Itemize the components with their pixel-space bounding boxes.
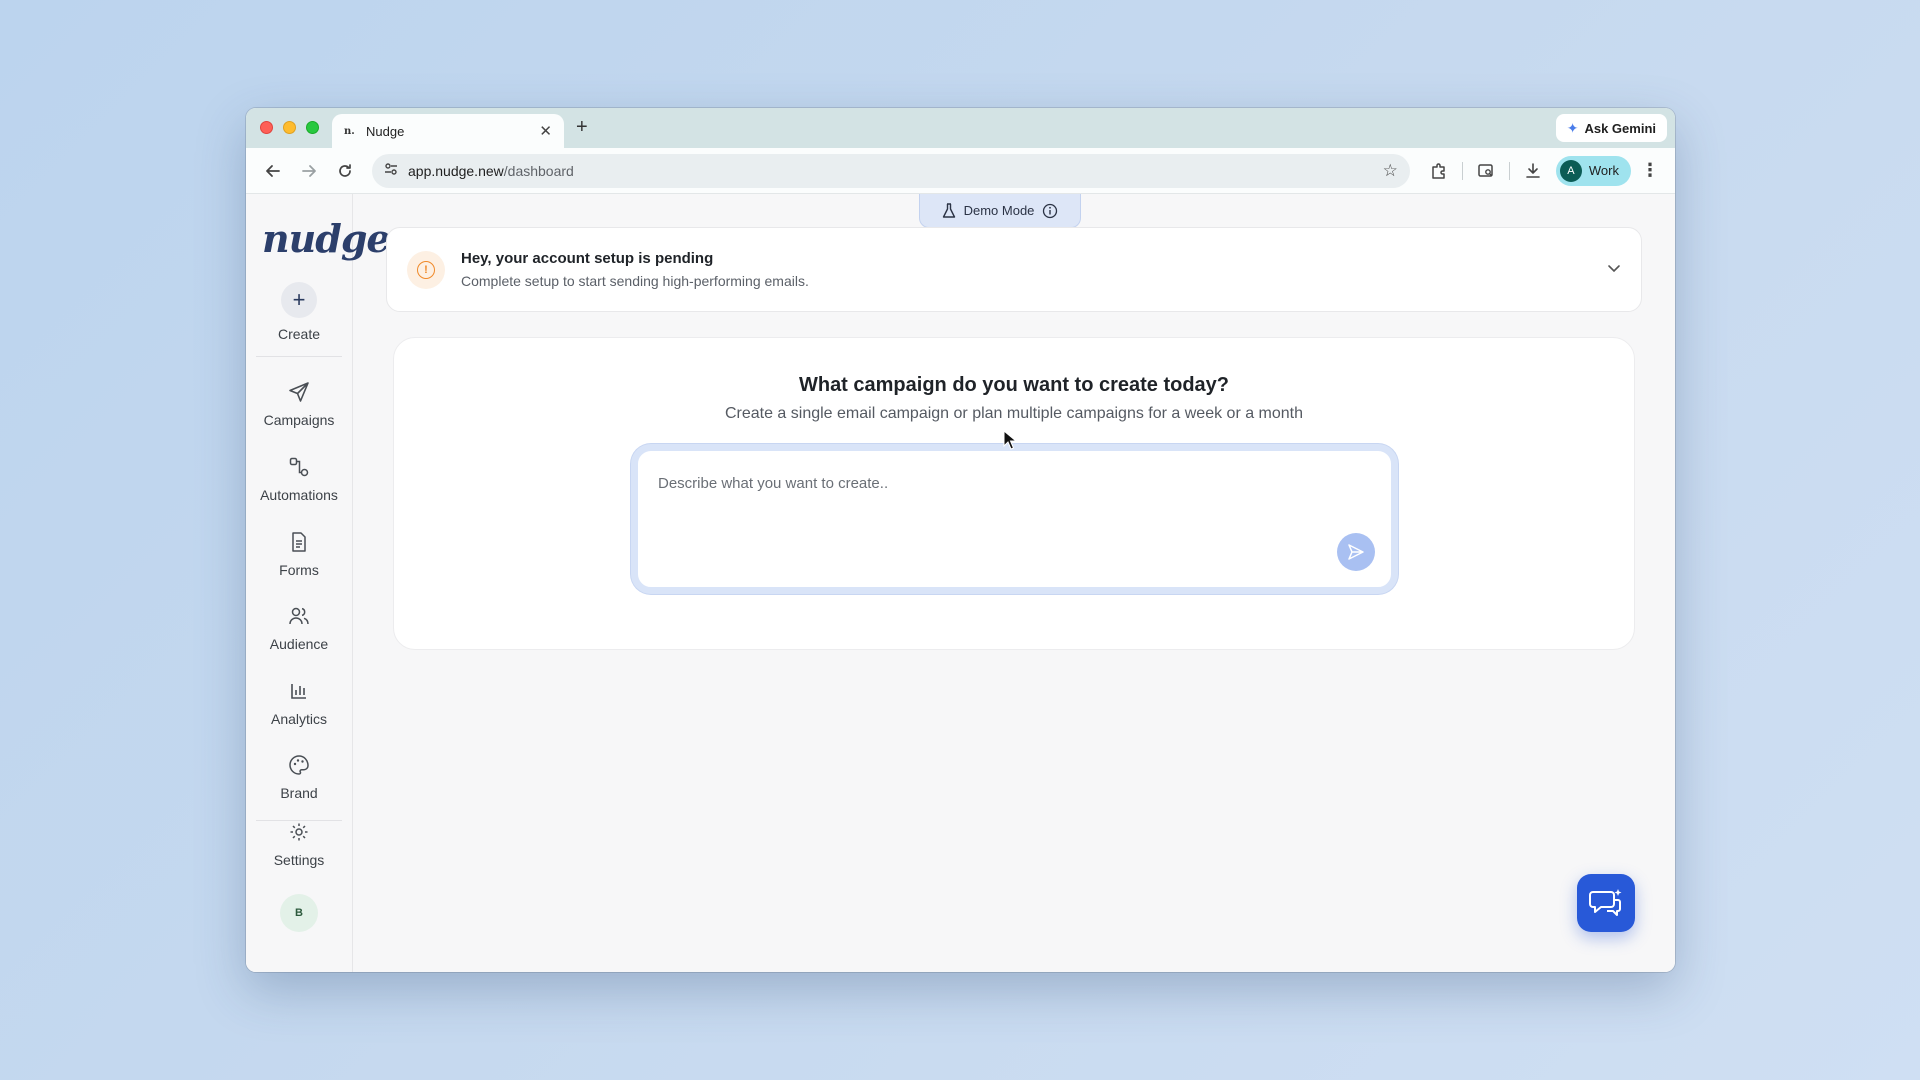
browser-menu-icon[interactable]: ⋮ bbox=[1637, 160, 1663, 181]
demo-mode-label: Demo Mode bbox=[963, 203, 1035, 218]
main-content: Demo Mode ! Hey, your account setup is p… bbox=[353, 194, 1675, 972]
downloads-button[interactable] bbox=[1516, 156, 1550, 186]
download-icon bbox=[1526, 162, 1540, 178]
sidebar-item-analytics[interactable]: Analytics bbox=[246, 679, 352, 727]
site-settings-icon[interactable] bbox=[384, 162, 398, 179]
demo-mode-badge[interactable]: Demo Mode bbox=[919, 194, 1081, 228]
sidebar-item-forms[interactable]: Forms bbox=[246, 530, 352, 578]
minimize-window-button[interactable] bbox=[283, 121, 296, 134]
tab-favicon: n. bbox=[344, 125, 355, 137]
browser-toolbar: app.nudge.new/dashboard ☆ A Work ⋮ bbox=[246, 148, 1675, 194]
url-path: /dashboard bbox=[503, 162, 574, 179]
sidebar-item-settings[interactable]: Settings bbox=[246, 820, 352, 868]
create-campaign-card: What campaign do you want to create toda… bbox=[393, 337, 1635, 650]
sidebar-item-label: Forms bbox=[279, 562, 319, 578]
tab-strip: n. Nudge ✕ + ✦ Ask Gemini bbox=[246, 108, 1675, 148]
mouse-cursor bbox=[1003, 430, 1017, 450]
document-icon bbox=[287, 530, 311, 554]
prompt-input[interactable] bbox=[638, 451, 1391, 587]
url-host: app.nudge.new bbox=[408, 162, 504, 179]
sidebar-divider bbox=[256, 356, 342, 357]
gear-icon bbox=[287, 820, 311, 844]
plus-icon: + bbox=[281, 282, 317, 318]
profile-button[interactable]: A Work bbox=[1555, 155, 1631, 186]
flask-icon bbox=[942, 202, 955, 218]
close-tab-icon[interactable]: ✕ bbox=[539, 122, 552, 140]
sidebar-item-label: Campaigns bbox=[263, 412, 335, 428]
browser-tab[interactable]: n. Nudge ✕ bbox=[332, 114, 564, 148]
chevron-down-icon[interactable] bbox=[1607, 261, 1621, 278]
url-text[interactable]: app.nudge.new/dashboard bbox=[408, 163, 1373, 179]
chat-assistant-button[interactable] bbox=[1577, 874, 1635, 932]
close-window-button[interactable] bbox=[260, 121, 273, 134]
profile-label: Work bbox=[1588, 163, 1619, 178]
workflow-icon bbox=[287, 455, 311, 479]
sidebar-item-campaigns[interactable]: Campaigns bbox=[246, 380, 352, 428]
forward-button[interactable] bbox=[294, 156, 324, 186]
bookmark-star-icon[interactable]: ☆ bbox=[1383, 161, 1398, 181]
ask-gemini-button[interactable]: ✦ Ask Gemini bbox=[1555, 114, 1667, 142]
sidebar-item-label: Create bbox=[277, 326, 321, 342]
toolbar-divider bbox=[1508, 161, 1510, 180]
ask-gemini-label: Ask Gemini bbox=[1584, 120, 1656, 136]
banner-subtitle: Complete setup to start sending high-per… bbox=[461, 273, 809, 289]
sidebar-item-label: Settings bbox=[273, 852, 325, 868]
create-heading: What campaign do you want to create toda… bbox=[798, 374, 1230, 396]
reload-icon bbox=[339, 163, 351, 177]
reload-button[interactable] bbox=[330, 156, 360, 186]
send-icon bbox=[1348, 544, 1364, 560]
users-icon bbox=[287, 604, 311, 628]
toolbar-divider bbox=[1461, 161, 1463, 180]
profile-avatar: A bbox=[1559, 159, 1582, 182]
send-button[interactable] bbox=[1337, 533, 1375, 571]
banner-title: Hey, your account setup is pending bbox=[461, 250, 714, 267]
warning-icon: ! bbox=[407, 250, 445, 289]
address-bar[interactable]: app.nudge.new/dashboard ☆ bbox=[372, 153, 1410, 188]
tab-title: Nudge bbox=[366, 123, 405, 139]
sidebar-item-create[interactable]: + Create bbox=[246, 282, 352, 342]
sidebar-item-label: Brand bbox=[280, 785, 318, 801]
send-icon bbox=[287, 380, 311, 404]
tab-search-icon bbox=[1478, 163, 1493, 177]
tab-search-button[interactable] bbox=[1469, 156, 1503, 186]
arrow-right-icon bbox=[302, 164, 316, 177]
prompt-box bbox=[631, 444, 1398, 594]
maximize-window-button[interactable] bbox=[306, 121, 319, 134]
app-area: nudge + Create Campaigns Automations For… bbox=[246, 194, 1675, 972]
palette-icon bbox=[287, 753, 311, 777]
extensions-button[interactable] bbox=[1422, 156, 1456, 186]
browser-window: n. Nudge ✕ + ✦ Ask Gemini app.nudge.new/… bbox=[246, 108, 1675, 972]
arrow-left-icon bbox=[266, 164, 280, 177]
back-button[interactable] bbox=[258, 156, 288, 186]
sidebar-item-label: Audience bbox=[269, 636, 329, 652]
sidebar-item-audience[interactable]: Audience bbox=[246, 604, 352, 652]
bar-chart-icon bbox=[287, 679, 311, 703]
user-avatar[interactable]: B bbox=[280, 894, 318, 932]
sidebar-item-label: Automations bbox=[260, 487, 338, 503]
create-subheading: Create a single email campaign or plan m… bbox=[724, 405, 1304, 422]
chat-sparkle-icon bbox=[1589, 889, 1622, 916]
sidebar-item-automations[interactable]: Automations bbox=[246, 455, 352, 503]
info-icon[interactable] bbox=[1042, 203, 1058, 219]
puzzle-icon bbox=[1432, 162, 1445, 179]
setup-pending-banner[interactable]: ! Hey, your account setup is pending Com… bbox=[386, 227, 1642, 312]
window-controls bbox=[260, 121, 319, 134]
gemini-sparkle-icon: ✦ bbox=[1566, 119, 1579, 136]
sidebar-item-brand[interactable]: Brand bbox=[246, 753, 352, 801]
sidebar: nudge + Create Campaigns Automations For… bbox=[246, 194, 391, 972]
sidebar-item-label: Analytics bbox=[270, 711, 328, 727]
new-tab-button[interactable]: + bbox=[576, 116, 588, 139]
